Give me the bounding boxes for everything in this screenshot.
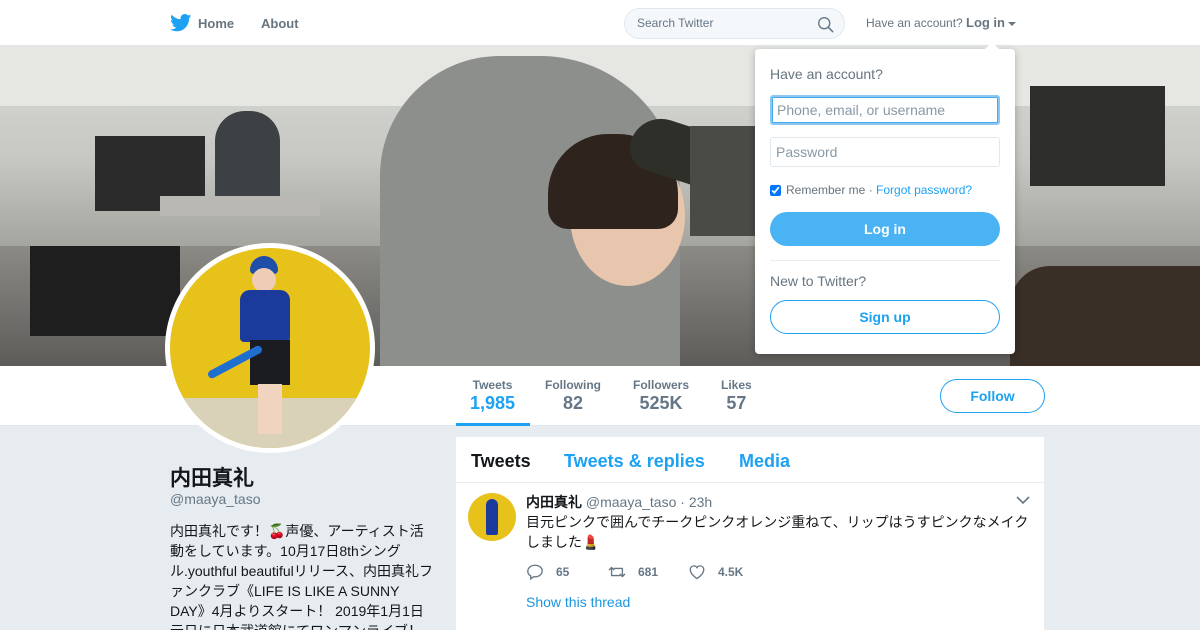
search-input[interactable] [637, 16, 807, 30]
login-toggle-label: Log in [966, 15, 1005, 30]
forgot-password-link[interactable]: Forgot password? [876, 183, 972, 197]
retweet-action[interactable]: 681 [608, 563, 658, 581]
banner-amp-right [1030, 86, 1165, 186]
username-field[interactable] [770, 95, 1000, 125]
banner-table [160, 196, 320, 216]
nav-home-link[interactable]: Home [170, 14, 234, 32]
nav-about-link[interactable]: About [261, 16, 299, 31]
twitter-bird-icon [170, 14, 192, 32]
profile-name: 内田真礼 [170, 467, 254, 490]
remember-separator: · [868, 183, 873, 197]
banner-person-seated [215, 111, 280, 201]
retweet-count: 681 [638, 565, 659, 579]
login-button[interactable]: Log in [770, 212, 1000, 246]
follow-button[interactable]: Follow [940, 379, 1045, 413]
stat-likes-label: Likes [721, 378, 752, 392]
login-dropdown: Have an account? Remember me · Forgot pa… [755, 42, 1015, 354]
search-box[interactable] [624, 8, 845, 39]
login-dropdown-title: Have an account? [770, 66, 883, 82]
top-navigation: Home About Have an account? Log in [0, 0, 1200, 46]
retweet-icon [608, 566, 626, 578]
tweet-author-name[interactable]: 内田真礼 [526, 494, 582, 510]
stat-tweets-label: Tweets [472, 378, 513, 392]
stat-tweets[interactable]: Tweets 1,985 [470, 378, 515, 414]
have-account-text: Have an account? [866, 16, 963, 30]
dropdown-divider [770, 260, 1000, 261]
tweet-text: 目元ピンクで囲んでチークピンクオレンジ重ねて、リップはうすピンクなメイクしました… [526, 514, 1029, 550]
remember-me-label[interactable]: Remember me [786, 183, 865, 197]
new-to-twitter-text: New to Twitter? [770, 273, 867, 289]
chevron-down-icon[interactable] [1016, 495, 1030, 505]
stat-following[interactable]: Following 82 [545, 378, 601, 414]
avatar-legs [258, 384, 282, 434]
tab-media[interactable]: Media [739, 451, 790, 472]
login-dropdown-toggle[interactable]: Log in [966, 15, 1016, 30]
remember-row: Remember me · Forgot password? [770, 183, 972, 197]
tweet-timestamp[interactable]: · 23h [680, 494, 712, 510]
like-count: 4.5K [718, 565, 744, 579]
stat-tweets-value: 1,985 [470, 393, 516, 413]
reply-action[interactable]: 65 [526, 563, 569, 581]
stat-followers-value: 525K [639, 393, 683, 413]
timeline-tabs: Tweets Tweets & replies Media [456, 437, 1044, 483]
like-action[interactable]: 4.5K [688, 563, 743, 581]
stat-following-label: Following [545, 378, 601, 392]
stat-followers-label: Followers [633, 378, 690, 392]
password-field[interactable] [770, 137, 1000, 167]
tweet[interactable]: 内田真礼 @maaya_taso · 23h 目元ピンクで囲んでチークピンクオレ… [456, 483, 1044, 623]
remember-me-checkbox[interactable] [770, 184, 781, 196]
heart-icon [689, 565, 705, 580]
signup-button[interactable]: Sign up [770, 300, 1000, 334]
nav-home-label: Home [198, 15, 235, 31]
banner-drums [690, 126, 760, 236]
stat-followers[interactable]: Followers 525K [633, 378, 689, 414]
tweet-header: 内田真礼 @maaya_taso · 23h [526, 492, 712, 512]
tab-tweets-replies[interactable]: Tweets & replies [564, 451, 705, 472]
stat-following-value: 82 [562, 393, 584, 413]
avatar-face [252, 268, 276, 292]
reply-icon [527, 564, 543, 581]
stat-likes-value: 57 [726, 393, 747, 413]
avatar-jersey [240, 290, 290, 342]
tab-tweets[interactable]: Tweets [471, 451, 531, 472]
show-thread-link[interactable]: Show this thread [526, 594, 630, 610]
banner-guitar-case [1010, 266, 1200, 366]
tweet-avatar-figure [486, 499, 498, 535]
banner-speaker-left [30, 246, 180, 336]
timeline: Tweets Tweets & replies Media 内田真礼 @maay… [456, 437, 1044, 630]
active-stat-underline [456, 423, 530, 426]
profile-bio: 内田真礼です！🍒声優、アーティスト活動をしています。10月17日8thシングル.… [170, 523, 434, 630]
tweet-author-handle[interactable]: @maaya_taso [586, 494, 676, 510]
profile-handle[interactable]: @maaya_taso [170, 491, 260, 507]
avatar-photo [170, 248, 370, 448]
reply-count: 65 [556, 565, 570, 579]
search-icon[interactable] [817, 16, 834, 33]
stat-likes[interactable]: Likes 57 [721, 378, 752, 414]
profile-avatar[interactable] [165, 243, 375, 453]
dropdown-arrow [985, 42, 999, 49]
tweet-avatar[interactable] [468, 493, 516, 541]
caret-down-icon [1008, 21, 1016, 26]
